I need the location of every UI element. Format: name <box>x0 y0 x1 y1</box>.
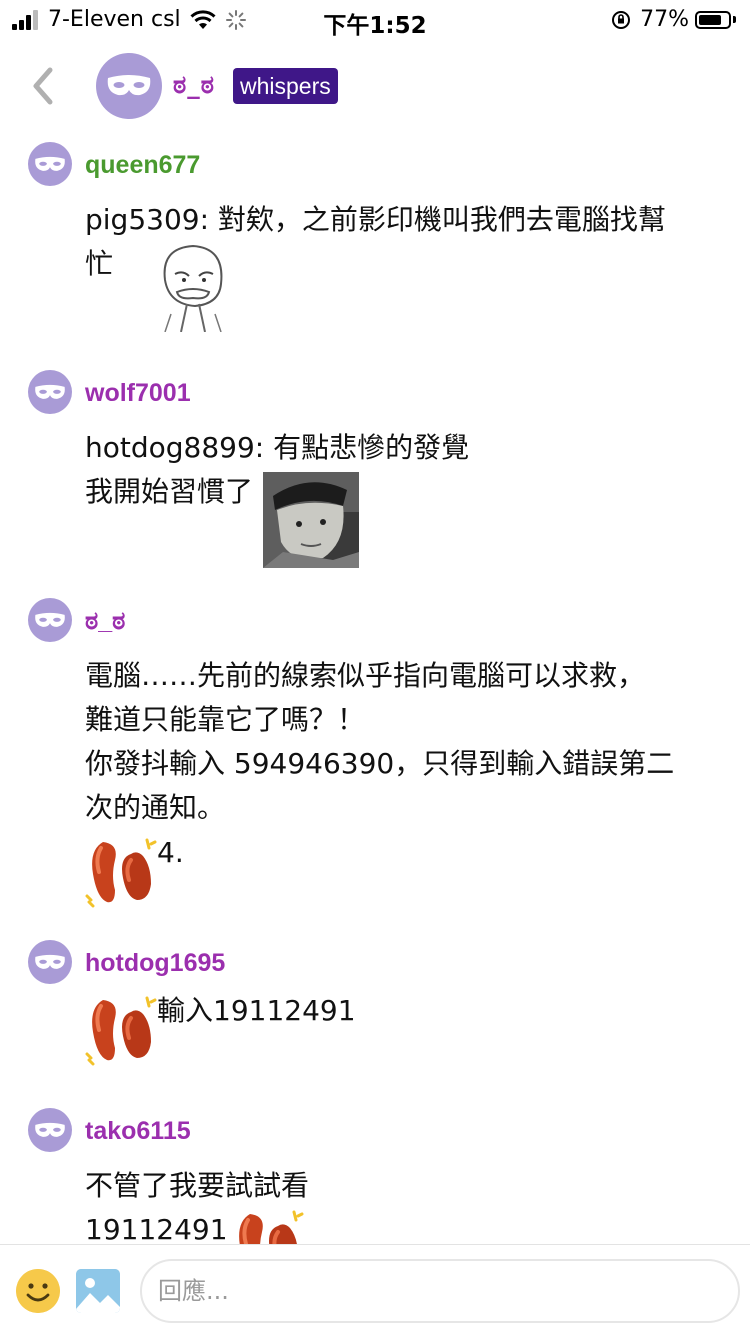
status-right: 77% <box>610 7 736 32</box>
message-text: hotdog8899: 有點悲慘的發覺 <box>85 431 470 464</box>
orientation-lock-icon <box>612 10 631 29</box>
message-text: 不管了我要試試看 <box>85 1169 310 1202</box>
mask-icon <box>107 75 151 96</box>
meme-sketch-image[interactable] <box>151 240 234 332</box>
avatar[interactable] <box>28 142 72 186</box>
image-icon[interactable] <box>76 1269 120 1313</box>
message-text: 忙 <box>85 247 114 280</box>
message-text: 電腦……先前的線索似乎指向電腦可以求救， <box>85 659 646 692</box>
sausage-sticker[interactable] <box>85 994 157 1066</box>
message-body: 電腦……先前的線索似乎指向電腦可以求救， 難道只能靠它了嗎？！ 你發抖輸入 59… <box>85 654 725 908</box>
mask-icon <box>35 156 65 171</box>
mask-icon <box>35 612 65 627</box>
message-text: 19112491 <box>85 1213 228 1244</box>
message-text: 難道只能靠它了嗎？！ <box>85 703 366 736</box>
message-body: hotdog8899: 有點悲慘的發覺 我開始習慣了 <box>85 426 725 568</box>
avatar[interactable] <box>28 940 72 984</box>
status-bar: 7-Eleven csl 下午1:52 77% <box>0 0 750 40</box>
chevron-left-icon[interactable] <box>24 60 60 112</box>
avatar[interactable] <box>96 53 162 119</box>
message-text: 我開始習慣了 <box>85 475 254 508</box>
whispers-badge: whispers <box>233 68 338 104</box>
message-text: 輸入19112491 <box>157 994 356 1027</box>
composer-bar <box>0 1244 750 1335</box>
message-body: 輸入19112491 <box>85 994 725 1066</box>
battery-icon <box>695 10 731 29</box>
message-body: 不管了我要試試看 19112491 <box>85 1164 725 1244</box>
battery-percent: 77% <box>640 7 689 32</box>
author-name[interactable]: ಠ_ಠ <box>85 607 125 636</box>
author-name[interactable]: tako6115 <box>85 1117 191 1146</box>
reply-input[interactable] <box>140 1259 740 1323</box>
mask-icon <box>35 954 65 969</box>
battery-level <box>699 14 721 25</box>
author-name[interactable]: wolf7001 <box>85 379 191 408</box>
message-text: pig5309: 對欸，之前影印機叫我們去電腦找幫 <box>85 203 666 236</box>
avatar[interactable] <box>28 1108 72 1152</box>
author-name[interactable]: hotdog1695 <box>85 949 225 978</box>
chat-header: ಠ_ಠ whispers <box>0 40 750 140</box>
author-name[interactable]: queen677 <box>85 151 200 180</box>
avatar[interactable] <box>28 598 72 642</box>
meme-photo-image[interactable] <box>263 472 360 568</box>
avatar[interactable] <box>28 370 72 414</box>
message-text: 4. <box>157 836 184 869</box>
message-text: 你發抖輸入 594946390，只得到輸入錯誤第二 <box>85 747 675 780</box>
mask-icon <box>35 384 65 399</box>
sausage-sticker[interactable] <box>85 836 157 908</box>
message-body: pig5309: 對欸，之前影印機叫我們去電腦找幫 忙 <box>85 198 725 332</box>
chat-title: ಠ_ಠ <box>173 70 215 99</box>
message-feed[interactable]: queen677 pig5309: 對欸，之前影印機叫我們去電腦找幫 忙 wol… <box>0 140 750 1244</box>
message-text: 次的通知。 <box>85 791 226 824</box>
mask-icon <box>35 1122 65 1137</box>
smiley-icon[interactable] <box>16 1269 60 1313</box>
sausage-sticker[interactable] <box>232 1208 304 1244</box>
